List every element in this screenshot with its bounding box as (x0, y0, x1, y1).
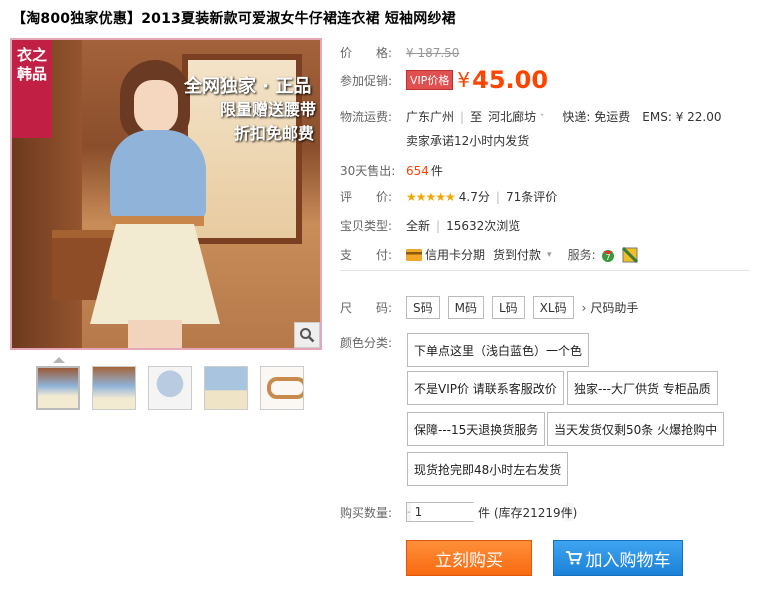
color-option-1[interactable]: 下单点这里（浅白蓝色）一个色 (407, 333, 590, 367)
sales-count: 654 (406, 163, 429, 178)
size-option-m[interactable]: M码 (447, 296, 484, 319)
cart-icon (565, 551, 582, 565)
thumbnail-pointer-icon (53, 357, 65, 363)
vip-price-tag: VIP价格 (406, 70, 454, 90)
express-fee: 快递: 免运费 (562, 110, 631, 124)
ship-to-select[interactable]: 河北廊坊 ˇ (488, 108, 544, 125)
size-label: 尺 码: (340, 301, 393, 315)
size-helper-link[interactable]: 尺码助手 (590, 299, 638, 316)
promo-text-2: 限量赠送腰带 (220, 100, 317, 119)
price-label: 价 格: (340, 46, 393, 60)
ems-fee: EMS: ¥ 22.00 (642, 109, 722, 124)
color-row: 颜色分类: (340, 334, 406, 351)
payment-label: 支 付: (340, 248, 393, 262)
cod-option[interactable]: 货到付款 (493, 246, 541, 263)
rating-stars-icon: ★★★★★ (406, 189, 456, 204)
buy-now-label: 立刻购买 (435, 550, 503, 571)
size-option-s[interactable]: S码 (406, 296, 440, 319)
quantity-label: 购买数量: (340, 505, 393, 520)
item-condition: 全新 (406, 219, 431, 233)
store-banner: 衣之韩品 (12, 40, 52, 138)
product-title: 【淘800独家优惠】2013夏装新款可爱淑女牛仔裙连衣裙 短袖网纱裙 (12, 11, 456, 27)
promo-text-1: 全网独家 · 正品 (184, 76, 312, 97)
color-option-2[interactable]: 不是VIP价 请联系客服改价 (407, 371, 564, 405)
original-price: ¥ 187.50 (406, 45, 460, 60)
promo-label: 参加促销: (340, 73, 393, 88)
color-option-3[interactable]: 独家---大厂供货 专柜品质 (567, 371, 718, 405)
size-helper-arrow-icon: › (581, 300, 587, 315)
thumbnail-1[interactable] (36, 366, 80, 410)
promo-text-3: 折扣免邮费 (234, 124, 315, 143)
shipping-row: 物流运费: 广东广州 | 至 河北廊坊 ˇ 快递: 免运费 EMS: ¥ 22.… (340, 108, 722, 125)
credit-installment[interactable]: 信用卡分期 (425, 246, 485, 263)
svg-text:7: 7 (605, 253, 610, 262)
thumbnail-4[interactable] (204, 366, 248, 410)
guarantee-icon[interactable]: 7 (600, 247, 616, 263)
cod-dropdown-icon[interactable]: ▾ (547, 250, 552, 260)
zoom-icon[interactable] (294, 322, 320, 348)
ship-promise: 卖家承诺12小时内发货 (406, 134, 530, 148)
price-row: 价 格: ¥ 187.50 (340, 44, 459, 61)
reviews-link[interactable]: 71条评价 (506, 188, 557, 205)
type-row: 宝贝类型: 全新 | 15632次浏览 (340, 218, 521, 234)
stock-info: 件 (库存21219件) (478, 505, 578, 520)
section-divider (340, 270, 750, 271)
size-option-xl[interactable]: XL码 (532, 296, 574, 319)
sales-row: 30天售出: 654 件 (340, 162, 443, 179)
quantity-row: 购买数量: - + 件 (库存21219件) (340, 502, 577, 522)
ship-to-word: 至 (470, 110, 483, 124)
main-product-image[interactable]: 衣之韩品 全网独家 · 正品 限量赠送腰带 折扣免邮费 (10, 38, 322, 350)
ship-from: 广东广州 (406, 110, 455, 124)
shipping-label: 物流运费: (340, 110, 393, 124)
payment-row: 支 付: 信用卡分期 货到付款 ▾ 服务: 7 (340, 246, 638, 263)
color-option-6[interactable]: 现货抢完即48小时左右发货 (407, 452, 569, 486)
rating-label: 评 价: (340, 190, 393, 204)
currency-symbol: ¥ (457, 68, 471, 92)
color-option-5[interactable]: 当天发货仅剩50条 火爆抢购中 (547, 412, 725, 446)
quantity-stepper: - + (406, 502, 573, 522)
color-label: 颜色分类: (340, 336, 393, 350)
add-to-cart-button[interactable]: 加入购物车 (553, 540, 683, 576)
thumbnail-3[interactable] (148, 366, 192, 410)
thumbnail-5[interactable] (260, 366, 304, 410)
size-row: 尺 码: S码 M码 L码 XL码 › 尺码助手 (340, 296, 638, 319)
rating-row: 评 价: ★★★★★ 4.7分 | 71条评价 (340, 188, 558, 205)
credit-card-icon (406, 248, 422, 261)
ship-promise-row: 卖家承诺12小时内发货 (406, 132, 529, 149)
service-label: 服务: (567, 248, 596, 262)
consumer-protect-icon[interactable] (621, 246, 638, 263)
sales-unit: 件 (430, 164, 443, 178)
rating-score: 4.7分 (458, 190, 490, 204)
promo-row: 参加促销: VIP价格 ¥ 45.00 (340, 66, 548, 94)
color-option-4[interactable]: 保障---15天退换货服务 (407, 412, 546, 446)
promo-price: 45.00 (472, 66, 549, 94)
buy-now-button[interactable]: 立刻购买 (406, 540, 532, 576)
type-label: 宝贝类型: (340, 219, 393, 233)
view-count: 15632次浏览 (446, 219, 521, 233)
thumbnail-2[interactable] (92, 366, 136, 410)
thumbnail-strip (36, 366, 304, 410)
size-option-l[interactable]: L码 (491, 296, 525, 319)
add-to-cart-label: 加入购物车 (585, 550, 671, 571)
sales-label: 30天售出: (340, 164, 396, 178)
